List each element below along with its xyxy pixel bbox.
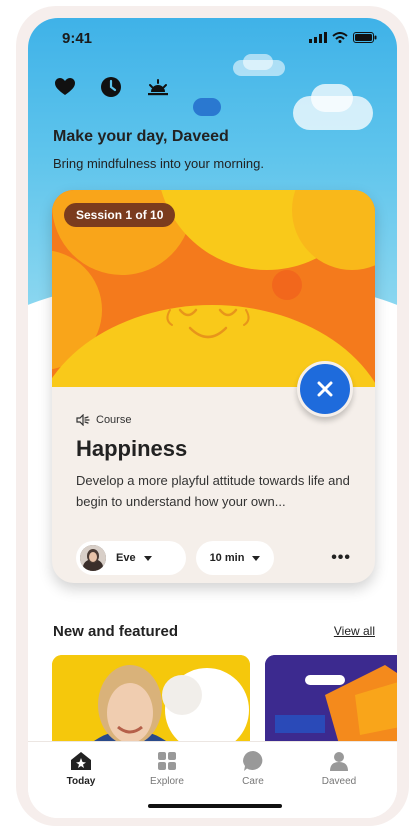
course-type-label: Course: [96, 414, 132, 426]
signal-icon: [309, 32, 327, 43]
tab-today[interactable]: Today: [46, 750, 116, 787]
heart-icon[interactable]: [54, 76, 76, 98]
clock-icon[interactable]: [100, 76, 122, 98]
view-all-link[interactable]: View all: [334, 624, 375, 638]
chevron-down-icon: [252, 555, 261, 561]
chevron-down-icon: [143, 555, 152, 561]
tab-profile[interactable]: Daveed: [304, 750, 374, 787]
duration-selector[interactable]: 10 min: [196, 541, 274, 575]
home-indicator: [148, 804, 282, 808]
header-actions: [54, 76, 168, 98]
tab-label: Care: [242, 776, 264, 787]
chat-bubble-icon: [243, 751, 263, 771]
narrator-avatar: [80, 545, 106, 571]
course-type: Course: [76, 414, 131, 426]
app-screen: 9:41 Make your day, Daveed Bring mindful…: [28, 18, 397, 818]
narrator-selector[interactable]: Eve: [76, 541, 186, 575]
greeting-subtitle: Bring mindfulness into your morning.: [53, 156, 264, 171]
session-artwork: Session 1 of 10: [52, 190, 375, 387]
greeting-title: Make your day, Daveed: [53, 128, 229, 145]
tab-care[interactable]: Care: [218, 750, 288, 787]
grid-icon: [158, 752, 176, 770]
session-description: Develop a more playful attitude towards …: [76, 473, 350, 509]
tab-label: Today: [66, 776, 96, 787]
duration-value: 10 min: [209, 552, 245, 564]
profile-icon: [330, 752, 348, 771]
speaker-icon: [76, 414, 90, 426]
close-icon: [317, 381, 333, 397]
status-bar: 9:41: [28, 18, 397, 62]
tab-explore[interactable]: Explore: [132, 750, 202, 787]
featured-section-title: New and featured: [53, 623, 179, 640]
narrator-name: Eve: [116, 552, 136, 564]
session-title: Happiness: [76, 436, 188, 461]
close-session-button[interactable]: [297, 361, 353, 417]
battery-icon: [353, 32, 377, 43]
session-badge: Session 1 of 10: [64, 203, 176, 227]
sunrise-icon[interactable]: [146, 76, 168, 98]
wifi-icon: [332, 32, 348, 43]
more-options-button[interactable]: •••: [331, 549, 351, 567]
tab-label: Daveed: [321, 776, 357, 787]
status-time: 9:41: [62, 30, 93, 47]
home-icon: [71, 752, 91, 770]
tab-label: Explore: [150, 776, 184, 787]
